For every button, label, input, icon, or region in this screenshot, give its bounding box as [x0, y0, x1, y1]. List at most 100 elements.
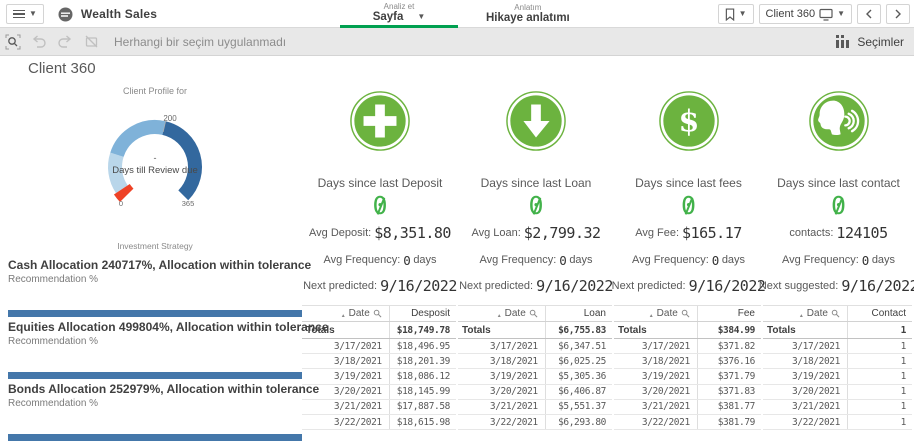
global-menu-button[interactable]: ▼: [6, 4, 44, 24]
value-cell[interactable]: 1: [848, 356, 912, 367]
table-row[interactable]: 3/22/2021 $6,293.80: [458, 414, 612, 431]
date-cell[interactable]: 3/20/2021: [614, 384, 698, 399]
table-row[interactable]: 3/21/2021 $5,551.37: [458, 399, 612, 415]
value-column-header[interactable]: Loan: [546, 308, 612, 319]
value-cell[interactable]: $6,025.25: [546, 356, 612, 367]
table-row[interactable]: 3/18/2021 $376.16: [614, 354, 761, 370]
table-row[interactable]: 3/18/2021 $6,025.25: [458, 354, 612, 370]
date-cell[interactable]: 3/22/2021: [302, 414, 390, 430]
data-table[interactable]: ▲ Date Desposit Totals $18,749.78 3/17/2…: [302, 305, 456, 431]
date-cell[interactable]: 3/18/2021: [614, 354, 698, 369]
value-cell[interactable]: $6,293.80: [546, 417, 612, 428]
date-cell[interactable]: 3/21/2021: [302, 399, 390, 414]
value-cell[interactable]: $371.79: [698, 371, 761, 382]
table-row[interactable]: 3/19/2021 $5,305.36: [458, 369, 612, 385]
bookmarks-button[interactable]: ▼: [717, 4, 754, 24]
tab-analyze-sheet[interactable]: Analiz et Sayfa ▼: [340, 0, 458, 28]
table-row[interactable]: 3/18/2021 1: [763, 354, 912, 370]
value-cell[interactable]: 1: [848, 417, 912, 428]
table-row[interactable]: 3/18/2021 $18,201.39: [302, 354, 456, 370]
column-search-icon[interactable]: [681, 309, 690, 318]
date-cell[interactable]: 3/18/2021: [302, 354, 390, 369]
value-cell[interactable]: $376.16: [698, 356, 761, 367]
date-cell[interactable]: 3/22/2021: [614, 414, 698, 430]
date-cell[interactable]: 3/17/2021: [302, 339, 390, 354]
date-cell[interactable]: 3/19/2021: [763, 369, 848, 384]
value-cell[interactable]: $371.82: [698, 341, 761, 352]
column-search-icon[interactable]: [373, 309, 382, 318]
date-column-header[interactable]: Date: [505, 308, 526, 319]
value-cell[interactable]: $6,347.51: [546, 341, 612, 352]
table-row[interactable]: 3/17/2021 1: [763, 339, 912, 355]
table-row[interactable]: 3/22/2021 $381.79: [614, 414, 761, 431]
smart-search-button[interactable]: [0, 28, 26, 56]
date-cell[interactable]: 3/19/2021: [614, 369, 698, 384]
value-cell[interactable]: 1: [848, 371, 912, 382]
date-cell[interactable]: 3/19/2021: [302, 369, 390, 384]
days-till-review-gauge[interactable]: 200 0 365 - Days till Review due: [90, 110, 220, 212]
value-cell[interactable]: $6,406.87: [546, 386, 612, 397]
data-table[interactable]: ▲ Date Loan Totals $6,755.83 3/17/2021 $…: [458, 305, 612, 431]
date-cell[interactable]: 3/17/2021: [458, 339, 546, 354]
date-cell[interactable]: 3/20/2021: [458, 384, 546, 399]
value-cell[interactable]: $17,887.58: [390, 401, 456, 412]
allocation-item[interactable]: Bonds Allocation 252979%, Allocation wit…: [8, 382, 319, 444]
date-cell[interactable]: 3/18/2021: [458, 354, 546, 369]
value-cell[interactable]: $381.77: [698, 401, 761, 412]
table-row[interactable]: 3/20/2021 $371.83: [614, 384, 761, 400]
date-cell[interactable]: 3/21/2021: [763, 399, 848, 414]
table-row[interactable]: 3/20/2021 $6,406.87: [458, 384, 612, 400]
value-cell[interactable]: $18,086.12: [390, 371, 456, 382]
value-cell[interactable]: $18,615.98: [390, 417, 456, 428]
table-row[interactable]: 3/20/2021 $18,145.99: [302, 384, 456, 400]
sheet-selector-button[interactable]: Client 360 ▼: [758, 4, 852, 24]
table-row[interactable]: 3/22/2021 $18,615.98: [302, 414, 456, 431]
step-back-button[interactable]: [26, 28, 52, 56]
date-cell[interactable]: 3/22/2021: [763, 414, 848, 430]
value-cell[interactable]: 1: [848, 401, 912, 412]
table-row[interactable]: 3/21/2021 $381.77: [614, 399, 761, 415]
value-cell[interactable]: $18,145.99: [390, 386, 456, 397]
value-cell[interactable]: $18,201.39: [390, 356, 456, 367]
table-row[interactable]: 3/19/2021 1: [763, 369, 912, 385]
table-row[interactable]: 3/17/2021 $18,496.95: [302, 339, 456, 355]
selections-tool-button[interactable]: Seçimler: [835, 35, 914, 49]
value-column-header[interactable]: Fee: [698, 308, 761, 319]
tab-storytelling[interactable]: Anlatım Hikaye anlatımı: [478, 0, 578, 28]
clear-selections-button[interactable]: [78, 28, 104, 56]
table-row[interactable]: 3/17/2021 $371.82: [614, 339, 761, 355]
value-column-header[interactable]: Desposit: [390, 308, 456, 319]
value-cell[interactable]: $5,551.37: [546, 401, 612, 412]
date-cell[interactable]: 3/17/2021: [614, 339, 698, 354]
value-column-header[interactable]: Contact: [848, 308, 912, 319]
date-column-header[interactable]: Date: [807, 308, 828, 319]
date-cell[interactable]: 3/19/2021: [458, 369, 546, 384]
date-cell[interactable]: 3/21/2021: [614, 399, 698, 414]
previous-sheet-button[interactable]: [857, 4, 881, 24]
table-row[interactable]: 3/21/2021 $17,887.58: [302, 399, 456, 415]
date-column-header[interactable]: Date: [349, 308, 370, 319]
date-cell[interactable]: 3/18/2021: [763, 354, 848, 369]
data-table[interactable]: ▲ Date Contact Totals 1 3/17/2021 1 3/18…: [763, 305, 912, 431]
table-row[interactable]: 3/21/2021 1: [763, 399, 912, 415]
value-cell[interactable]: $371.83: [698, 386, 761, 397]
table-row[interactable]: 3/22/2021 1: [763, 414, 912, 431]
next-sheet-button[interactable]: [886, 4, 910, 24]
date-cell[interactable]: 3/20/2021: [763, 384, 848, 399]
allocation-item[interactable]: Cash Allocation 240717%, Allocation with…: [8, 258, 311, 320]
value-cell[interactable]: 1: [848, 386, 912, 397]
date-column-header[interactable]: Date: [657, 308, 678, 319]
value-cell[interactable]: $18,496.95: [390, 341, 456, 352]
date-cell[interactable]: 3/22/2021: [458, 414, 546, 430]
step-forward-button[interactable]: [52, 28, 78, 56]
date-cell[interactable]: 3/21/2021: [458, 399, 546, 414]
value-cell[interactable]: $5,305.36: [546, 371, 612, 382]
column-search-icon[interactable]: [831, 309, 840, 318]
column-search-icon[interactable]: [529, 309, 538, 318]
date-cell[interactable]: 3/17/2021: [763, 339, 848, 354]
allocation-item[interactable]: Equities Allocation 499804%, Allocation …: [8, 320, 329, 382]
table-row[interactable]: 3/19/2021 $18,086.12: [302, 369, 456, 385]
data-table[interactable]: ▲ Date Fee Totals $384.99 3/17/2021 $371…: [614, 305, 761, 431]
value-cell[interactable]: $381.79: [698, 417, 761, 428]
date-cell[interactable]: 3/20/2021: [302, 384, 390, 399]
